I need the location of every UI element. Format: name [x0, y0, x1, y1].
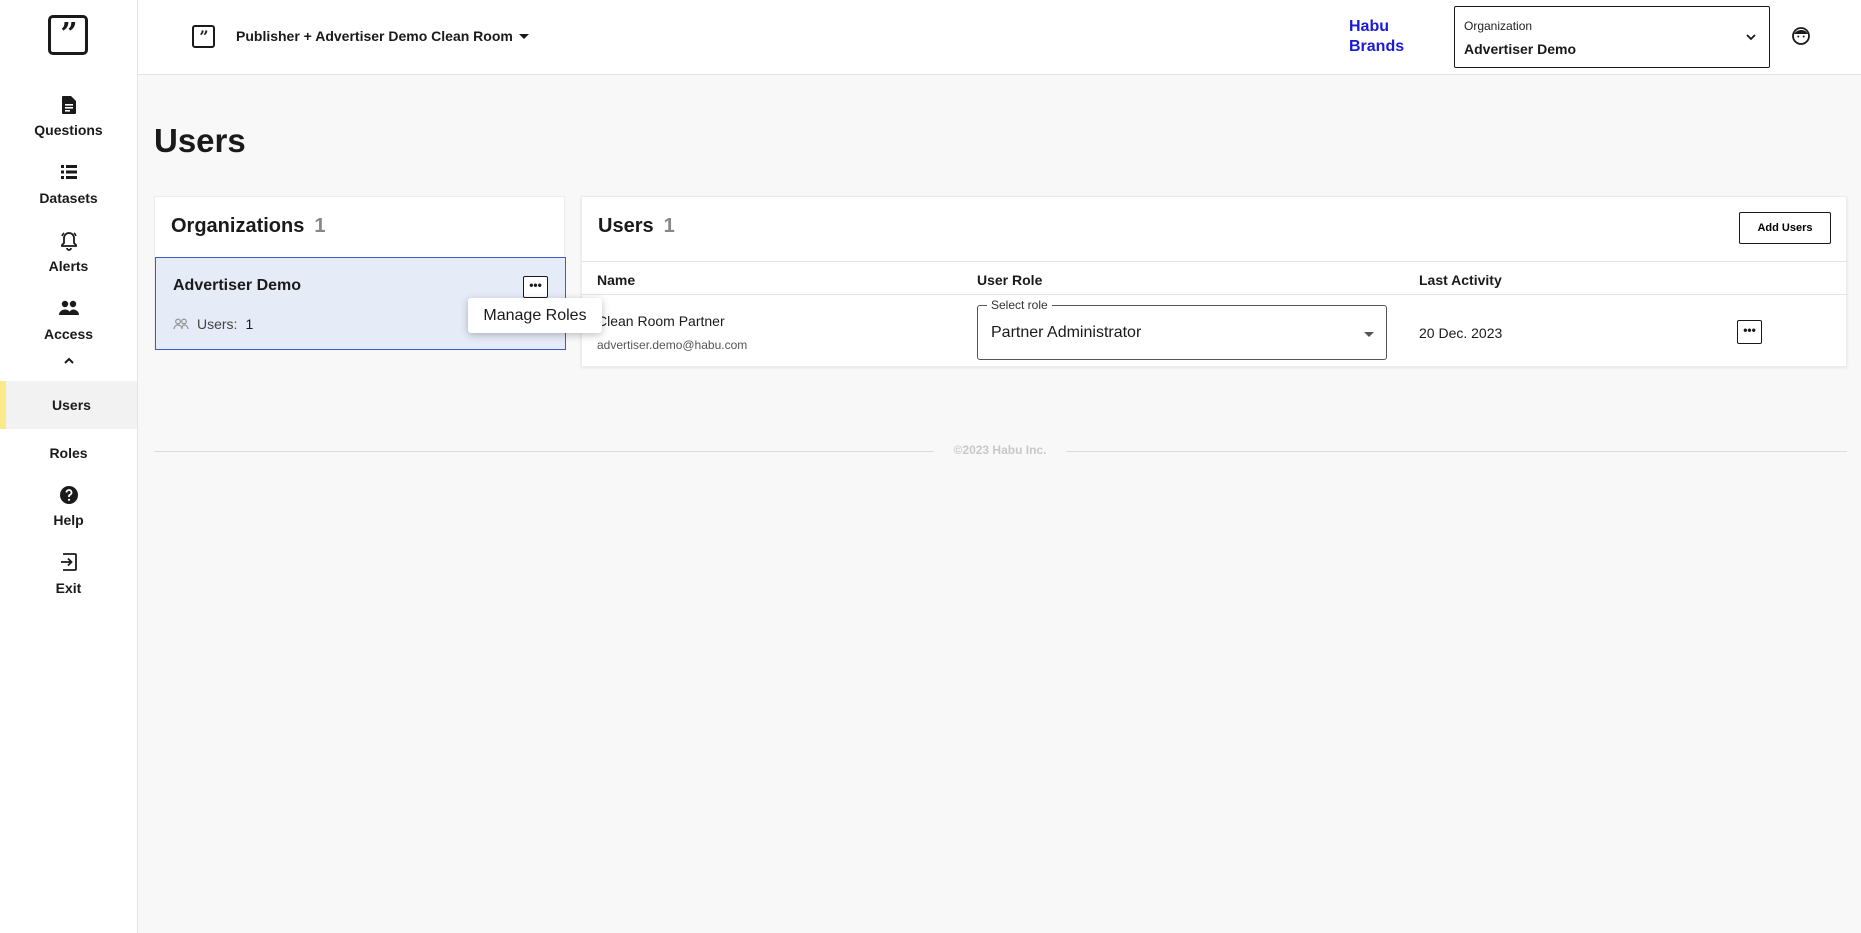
- sidebar-item-label: Datasets: [39, 190, 98, 206]
- sidebar-item-exit[interactable]: Exit: [0, 553, 137, 596]
- sidebar-item-datasets[interactable]: Datasets: [0, 163, 137, 206]
- organizations-count: 1: [314, 215, 326, 237]
- sidebar-item-label: Help: [53, 512, 84, 528]
- chevron-down-icon: [1746, 34, 1756, 41]
- users-title: Users: [598, 215, 654, 237]
- column-header-name[interactable]: Name: [597, 272, 635, 288]
- footer-divider: [1066, 451, 1847, 452]
- organization-select-label: Organization: [1464, 19, 1533, 33]
- sidebar-item-roles[interactable]: Roles: [0, 429, 137, 477]
- more-options-button[interactable]: •••: [523, 276, 548, 298]
- sidebar-item-label: Alerts: [48, 258, 89, 274]
- row-more-options-button[interactable]: •••: [1737, 320, 1762, 344]
- list-icon: [0, 163, 137, 185]
- clean-room-title: Publisher + Advertiser Demo Clean Room: [236, 28, 513, 44]
- document-icon: [0, 95, 137, 117]
- organization-select[interactable]: Organization Advertiser Demo: [1454, 6, 1770, 68]
- manage-roles-menu-item[interactable]: Manage Roles: [468, 298, 602, 333]
- organization-users: Users: 1: [173, 316, 253, 332]
- clean-room-selector[interactable]: Publisher + Advertiser Demo Clean Room: [236, 28, 529, 44]
- role-select-label: Select role: [987, 298, 1052, 312]
- clean-room-icon: ”: [192, 25, 215, 48]
- footer-divider: [154, 451, 934, 452]
- organizations-header: Organizations 1: [171, 215, 325, 238]
- exit-icon: [0, 553, 137, 575]
- role-select[interactable]: Select role Partner Administrator: [977, 298, 1387, 360]
- users-count-label: Users:: [197, 316, 238, 332]
- people-icon: [0, 299, 137, 321]
- sidebar-item-access[interactable]: Access: [0, 299, 137, 342]
- user-name: Clean Room Partner: [597, 313, 725, 329]
- sidebar-item-label: Exit: [55, 580, 82, 596]
- brand-link[interactable]: Habu Brands: [1349, 17, 1419, 57]
- last-activity: 20 Dec. 2023: [1419, 325, 1503, 341]
- organization-select-value: Advertiser Demo: [1464, 41, 1577, 57]
- sidebar-item-help[interactable]: Help: [0, 485, 137, 528]
- role-select-value: Partner Administrator: [991, 324, 1142, 341]
- users-panel: Users 1 Add Users Name User Role Last Act…: [581, 196, 1848, 367]
- page-title: Users: [154, 122, 246, 159]
- sidebar-item-label: Questions: [34, 122, 103, 138]
- sidebar-item-questions[interactable]: Questions: [0, 95, 137, 138]
- users-count: 1: [245, 316, 254, 332]
- habu-logo[interactable]: ”: [48, 15, 88, 55]
- bell-icon: [0, 231, 137, 253]
- sidebar: ” Questions Datasets Alerts Access Users…: [0, 0, 138, 933]
- caret-down-icon: [1364, 332, 1374, 337]
- organization-name: Advertiser Demo: [173, 277, 302, 294]
- users-header: Users 1: [598, 215, 675, 238]
- footer-copyright: ©2023 Habu Inc.: [953, 443, 1047, 457]
- top-bar: ” Publisher + Advertiser Demo Clean Room…: [138, 0, 1861, 75]
- sidebar-item-alerts[interactable]: Alerts: [0, 231, 137, 274]
- people-icon: [173, 318, 189, 330]
- user-email: advertiser.demo@habu.com: [597, 338, 748, 352]
- sidebar-item-label: Roles: [49, 445, 88, 461]
- sidebar-item-label: Access: [43, 326, 94, 342]
- add-users-button[interactable]: Add Users: [1739, 212, 1831, 244]
- help-icon: [0, 485, 137, 507]
- caret-down-icon: [518, 34, 529, 39]
- users-count: 1: [663, 215, 675, 237]
- sidebar-item-label: Users: [52, 397, 91, 413]
- column-header-last-activity[interactable]: Last Activity: [1419, 272, 1502, 288]
- column-header-user-role[interactable]: User Role: [977, 272, 1042, 288]
- chevron-up-icon[interactable]: [62, 354, 76, 368]
- sidebar-item-users[interactable]: Users: [0, 381, 137, 429]
- user-avatar-icon[interactable]: [1791, 26, 1811, 46]
- table-header: Name User Role Last Activity: [582, 261, 1848, 295]
- organizations-title: Organizations: [171, 215, 305, 237]
